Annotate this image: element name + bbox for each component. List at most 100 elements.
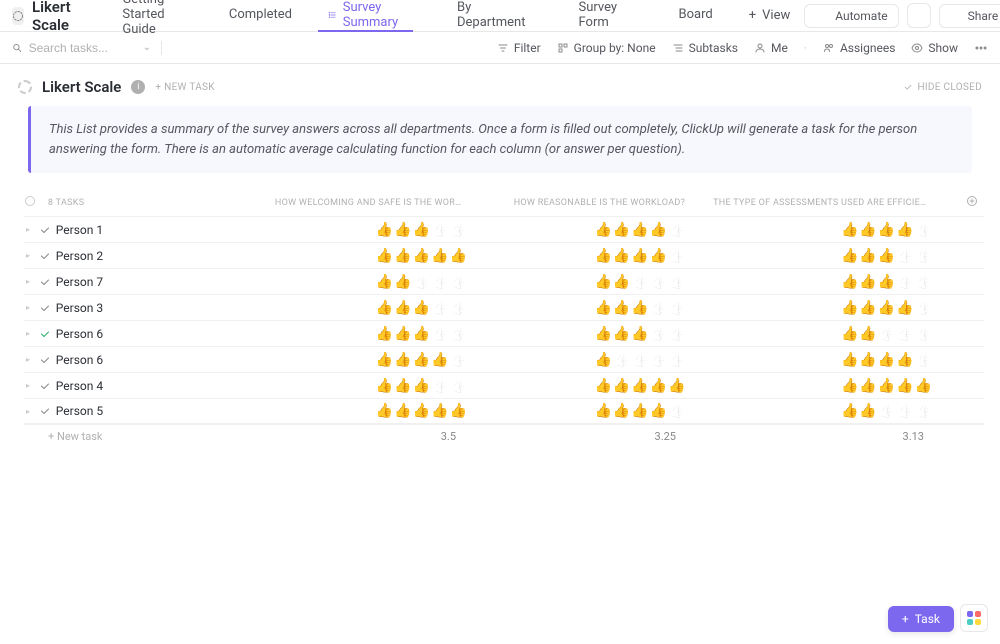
thumb-icon[interactable]: 👍 (450, 403, 467, 419)
expand-arrow[interactable]: ▸ (24, 355, 34, 364)
thumb-icon[interactable]: 👍 (631, 403, 648, 419)
thumb-icon[interactable]: 👍 (631, 378, 648, 394)
thumb-icon[interactable]: 👍 (859, 378, 876, 394)
thumb-icon[interactable]: 👍 (613, 352, 630, 368)
thumb-icon[interactable]: 👍 (859, 222, 876, 238)
rating-q1[interactable]: 👍👍👍👍👍 (276, 222, 495, 238)
rating-q3[interactable]: 👍👍👍👍👍 (714, 352, 961, 368)
rating-q1[interactable]: 👍👍👍👍👍 (276, 300, 495, 316)
tab-survey-summary[interactable]: Survey Summary (318, 0, 413, 32)
rating-q2[interactable]: 👍👍👍👍👍 (495, 403, 714, 419)
thumb-icon[interactable]: 👍 (394, 378, 411, 394)
app-title[interactable]: Likert Scale (32, 0, 77, 34)
thumb-icon[interactable]: 👍 (668, 403, 685, 419)
table-row[interactable]: ▸Person 5👍👍👍👍👍👍👍👍👍👍👍👍👍👍👍 (24, 398, 984, 424)
thumb-icon[interactable]: 👍 (631, 222, 648, 238)
thumb-icon[interactable]: 👍 (413, 274, 430, 290)
thumb-icon[interactable]: 👍 (376, 352, 393, 368)
thumb-icon[interactable]: 👍 (841, 300, 858, 316)
add-view-button[interactable]: + View (739, 2, 801, 29)
thumb-icon[interactable]: 👍 (613, 222, 630, 238)
filter-button[interactable]: Filter (497, 41, 541, 55)
table-row[interactable]: ▸Person 7👍👍👍👍👍👍👍👍👍👍👍👍👍👍👍 (24, 268, 984, 294)
column-header-q2[interactable]: HOW REASONABLE IS THE WORKLOAD? (494, 198, 713, 208)
rating-q3[interactable]: 👍👍👍👍👍 (714, 403, 961, 419)
thumb-icon[interactable]: 👍 (376, 222, 393, 238)
thumb-icon[interactable]: 👍 (650, 248, 667, 264)
status-check[interactable] (34, 224, 56, 236)
thumb-icon[interactable]: 👍 (394, 352, 411, 368)
thumb-icon[interactable]: 👍 (594, 403, 611, 419)
thumb-icon[interactable]: 👍 (650, 403, 667, 419)
status-check[interactable] (34, 276, 56, 288)
rating-q1[interactable]: 👍👍👍👍👍 (276, 274, 495, 290)
thumb-icon[interactable]: 👍 (915, 248, 932, 264)
thumb-icon[interactable]: 👍 (376, 326, 393, 342)
tab-getting-started[interactable]: Getting Started Guide (101, 0, 183, 32)
thumb-icon[interactable]: 👍 (450, 352, 467, 368)
status-check[interactable] (34, 302, 56, 314)
thumb-icon[interactable]: 👍 (394, 403, 411, 419)
status-check[interactable] (34, 405, 56, 417)
thumb-icon[interactable]: 👍 (394, 300, 411, 316)
thumb-icon[interactable]: 👍 (594, 378, 611, 394)
create-task-button[interactable]: + Task (888, 606, 954, 632)
rating-q3[interactable]: 👍👍👍👍👍 (714, 274, 961, 290)
thumb-icon[interactable]: 👍 (915, 378, 932, 394)
expand-arrow[interactable]: ▸ (24, 407, 34, 416)
thumb-icon[interactable]: 👍 (594, 326, 611, 342)
thumb-icon[interactable]: 👍 (376, 300, 393, 316)
thumb-icon[interactable]: 👍 (431, 352, 448, 368)
thumb-icon[interactable]: 👍 (915, 222, 932, 238)
thumb-icon[interactable]: 👍 (668, 222, 685, 238)
thumb-icon[interactable]: 👍 (668, 352, 685, 368)
thumb-icon[interactable]: 👍 (631, 326, 648, 342)
thumb-icon[interactable]: 👍 (413, 248, 430, 264)
thumb-icon[interactable]: 👍 (896, 274, 913, 290)
thumb-icon[interactable]: 👍 (841, 352, 858, 368)
chevron-down-icon[interactable]: ⌄ (143, 42, 151, 53)
tasks-col-header[interactable]: 8 TASKS (42, 198, 275, 208)
thumb-icon[interactable]: 👍 (631, 300, 648, 316)
add-column-button[interactable] (960, 195, 984, 210)
thumb-icon[interactable]: 👍 (896, 222, 913, 238)
thumb-icon[interactable]: 👍 (668, 248, 685, 264)
thumb-icon[interactable]: 👍 (896, 248, 913, 264)
rating-q2[interactable]: 👍👍👍👍👍 (495, 326, 714, 342)
rating-q2[interactable]: 👍👍👍👍👍 (495, 352, 714, 368)
table-row[interactable]: ▸Person 4👍👍👍👍👍👍👍👍👍👍👍👍👍👍👍 (24, 372, 984, 398)
thumb-icon[interactable]: 👍 (650, 274, 667, 290)
thumb-icon[interactable]: 👍 (878, 300, 895, 316)
rating-q3[interactable]: 👍👍👍👍👍 (714, 222, 961, 238)
thumb-icon[interactable]: 👍 (896, 300, 913, 316)
assignees-button[interactable]: Assignees (823, 41, 895, 55)
thumb-icon[interactable]: 👍 (668, 300, 685, 316)
table-row[interactable]: ▸Person 6👍👍👍👍👍👍👍👍👍👍👍👍👍👍👍 (24, 346, 984, 372)
thumb-icon[interactable]: 👍 (841, 248, 858, 264)
task-name[interactable]: Person 3 (56, 301, 276, 315)
thumb-icon[interactable]: 👍 (841, 403, 858, 419)
thumb-icon[interactable]: 👍 (431, 300, 448, 316)
thumb-icon[interactable]: 👍 (394, 274, 411, 290)
thumb-icon[interactable]: 👍 (650, 300, 667, 316)
thumb-icon[interactable]: 👍 (915, 274, 932, 290)
status-check[interactable] (34, 250, 56, 262)
thumb-icon[interactable]: 👍 (613, 300, 630, 316)
thumb-icon[interactable]: 👍 (413, 378, 430, 394)
rating-q3[interactable]: 👍👍👍👍👍 (714, 248, 961, 264)
rating-q2[interactable]: 👍👍👍👍👍 (495, 300, 714, 316)
table-row[interactable]: ▸Person 6👍👍👍👍👍👍👍👍👍👍👍👍👍👍👍 (24, 320, 984, 346)
thumb-icon[interactable]: 👍 (878, 403, 895, 419)
thumb-icon[interactable]: 👍 (841, 326, 858, 342)
rating-q3[interactable]: 👍👍👍👍👍 (714, 378, 961, 394)
rating-q1[interactable]: 👍👍👍👍👍 (276, 326, 495, 342)
show-button[interactable]: Show (911, 41, 958, 55)
thumb-icon[interactable]: 👍 (841, 274, 858, 290)
expand-arrow[interactable]: ▸ (24, 381, 34, 390)
thumb-icon[interactable]: 👍 (878, 222, 895, 238)
thumb-icon[interactable]: 👍 (841, 222, 858, 238)
thumb-icon[interactable]: 👍 (859, 403, 876, 419)
thumb-icon[interactable]: 👍 (859, 352, 876, 368)
status-check[interactable] (34, 354, 56, 366)
new-task-button[interactable]: + NEW TASK (155, 82, 214, 93)
